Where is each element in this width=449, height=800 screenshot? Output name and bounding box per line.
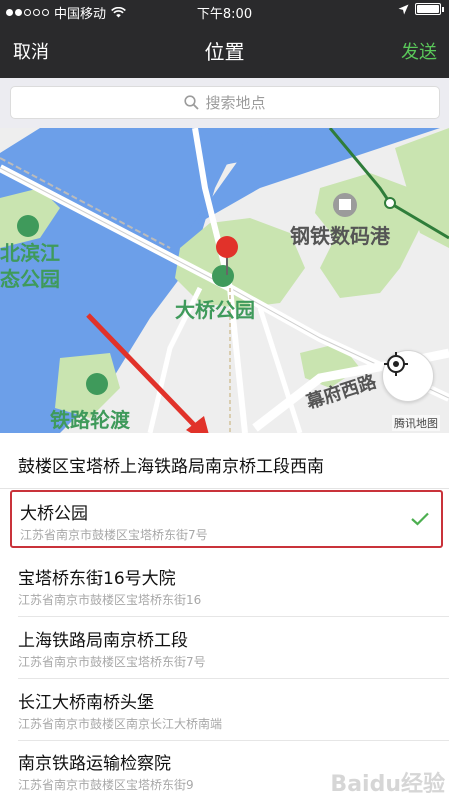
navigation-bar: 取消 位置 发送 (0, 22, 449, 78)
bridge-park-poi-icon (212, 265, 234, 287)
park-poi-icon (17, 215, 39, 237)
list-item[interactable]: 宝塔桥东街16号大院 江苏省南京市鼓楼区宝塔桥东街16 (0, 555, 449, 617)
search-input[interactable]: 搜索地点 (10, 86, 440, 119)
list-item-subtitle: 江苏省南京市鼓楼区宝塔桥东街9 (18, 778, 194, 792)
crosshair-icon (384, 352, 408, 376)
map-canvas (0, 128, 449, 433)
location-arrow-icon (398, 4, 409, 14)
ferry-poi-icon (86, 373, 108, 395)
search-icon (184, 95, 200, 110)
locate-me-button[interactable] (382, 350, 434, 402)
watermark: Baidu经验 (330, 772, 445, 797)
map-view[interactable]: 北滨江 态公园 钢铁数码港 大桥公园 铁路轮渡 幕府西路 腾讯地图 (0, 128, 449, 433)
list-item-subtitle: 江苏省南京市鼓楼区宝塔桥东街16 (18, 593, 202, 607)
search-area: 搜索地点 (0, 78, 449, 128)
list-item-subtitle: 江苏省南京市鼓楼区宝塔桥东街7号 (18, 655, 206, 669)
list-item-title: 宝塔桥东街16号大院 (18, 569, 176, 589)
status-bar: 中国移动 下午8:00 (0, 0, 449, 22)
current-location-text: 鼓楼区宝塔桥上海铁路局南京桥工段西南 (18, 457, 324, 477)
list-item-subtitle: 江苏省南京市鼓楼区宝塔桥东街7号 (20, 528, 208, 542)
current-location-row[interactable]: 鼓楼区宝塔桥上海铁路局南京桥工段西南 (0, 433, 449, 489)
map-label-rail-ferry: 铁路轮渡 (50, 408, 130, 432)
status-right (398, 3, 444, 15)
list-item-title: 长江大桥南桥头堡 (18, 693, 154, 713)
checkmark-icon (411, 512, 429, 526)
location-pin-icon (216, 236, 238, 258)
list-item-title: 大桥公园 (20, 504, 88, 524)
map-label-bridge-park: 大桥公园 (175, 298, 255, 322)
location-list: 鼓楼区宝塔桥上海铁路局南京桥工段西南 大桥公园 江苏省南京市鼓楼区宝塔桥东街7号… (0, 433, 449, 800)
status-time: 下午8:00 (196, 7, 253, 22)
map-provider-logo: 腾讯地图 (392, 415, 440, 431)
search-placeholder: 搜索地点 (205, 94, 266, 112)
list-item-title: 南京铁路运输检察院 (18, 754, 171, 774)
battery-icon (415, 3, 444, 15)
list-item[interactable]: 大桥公园 江苏省南京市鼓楼区宝塔桥东街7号 (10, 490, 443, 548)
page-title: 位置 (204, 40, 245, 64)
send-button[interactable]: 发送 (401, 38, 437, 64)
list-item-title: 上海铁路局南京桥工段 (18, 631, 188, 651)
map-label-park-left: 北滨江 态公园 (0, 241, 60, 291)
list-item[interactable]: 上海铁路局南京桥工段 江苏省南京市鼓楼区宝塔桥东街7号 (0, 617, 449, 679)
list-item[interactable]: 长江大桥南桥头堡 江苏省南京市鼓楼区南京长江大桥南端 (0, 679, 449, 741)
list-item-subtitle: 江苏省南京市鼓楼区南京长江大桥南端 (18, 717, 223, 731)
map-label-steel: 钢铁数码港 (290, 224, 390, 248)
